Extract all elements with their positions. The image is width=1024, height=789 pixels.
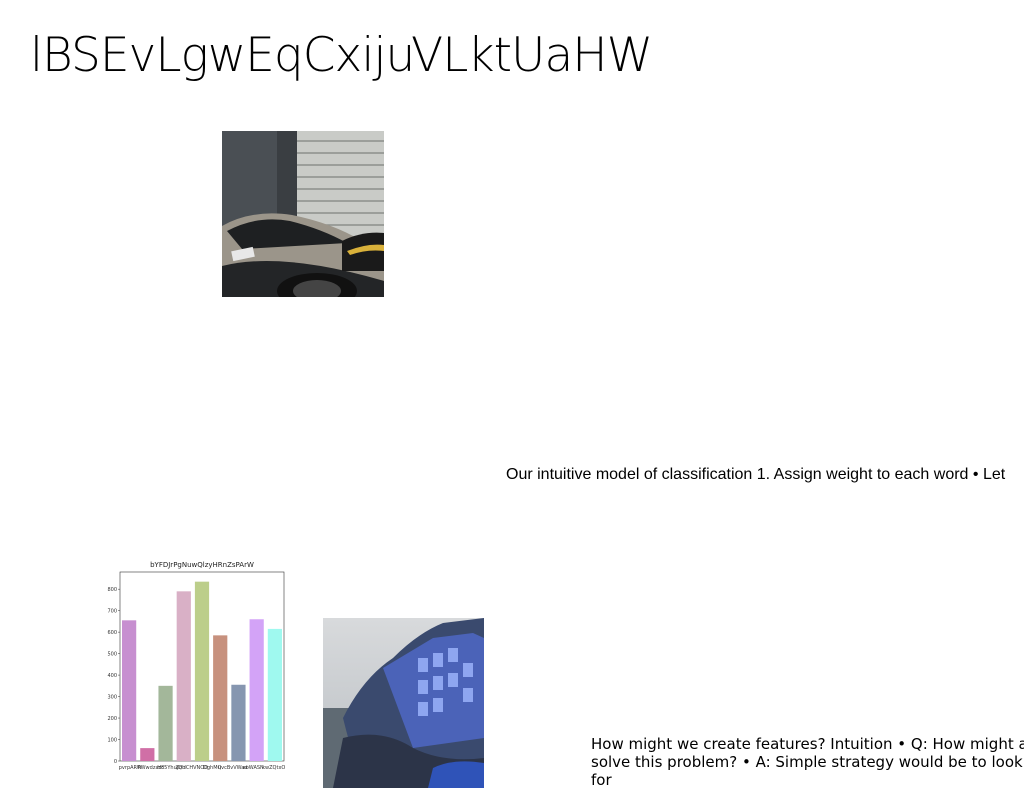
y-tick-label: 300 xyxy=(107,694,117,700)
bar xyxy=(140,748,155,761)
bar xyxy=(194,581,210,761)
car-photo xyxy=(222,131,384,297)
y-tick-label: 600 xyxy=(107,630,117,636)
bar xyxy=(231,684,246,761)
caption-text-1: Our intuitive model of classification 1.… xyxy=(506,466,1006,483)
chart-title: bYFDJrPgNuwQlzyHRnZsPArW xyxy=(150,561,254,569)
coast-photo xyxy=(323,618,484,788)
caption-text-2: How might we create features? Intuition … xyxy=(591,735,1024,789)
y-tick-label: 100 xyxy=(107,737,117,743)
bar xyxy=(158,685,173,761)
bar xyxy=(213,635,228,761)
bar xyxy=(176,591,191,761)
x-tick-label: aoWASN xyxy=(243,765,264,771)
x-tick-label: kwZQtxO xyxy=(262,765,285,771)
y-tick-label: 700 xyxy=(107,608,117,614)
bar xyxy=(249,619,264,761)
y-tick-label: 400 xyxy=(107,673,117,679)
bar xyxy=(122,620,137,761)
slide-title: lBSEvLgwEqCxijuVLktUaHW xyxy=(30,28,653,83)
y-tick-label: 0 xyxy=(114,759,117,765)
y-tick-label: 500 xyxy=(107,651,117,657)
y-tick-label: 800 xyxy=(107,587,117,593)
y-tick-label: 200 xyxy=(107,716,117,722)
bar xyxy=(267,628,282,761)
bar-chart: bYFDJrPgNuwQlzyHRnZsPArW 0 100 200 300 400 500… xyxy=(103,556,293,778)
